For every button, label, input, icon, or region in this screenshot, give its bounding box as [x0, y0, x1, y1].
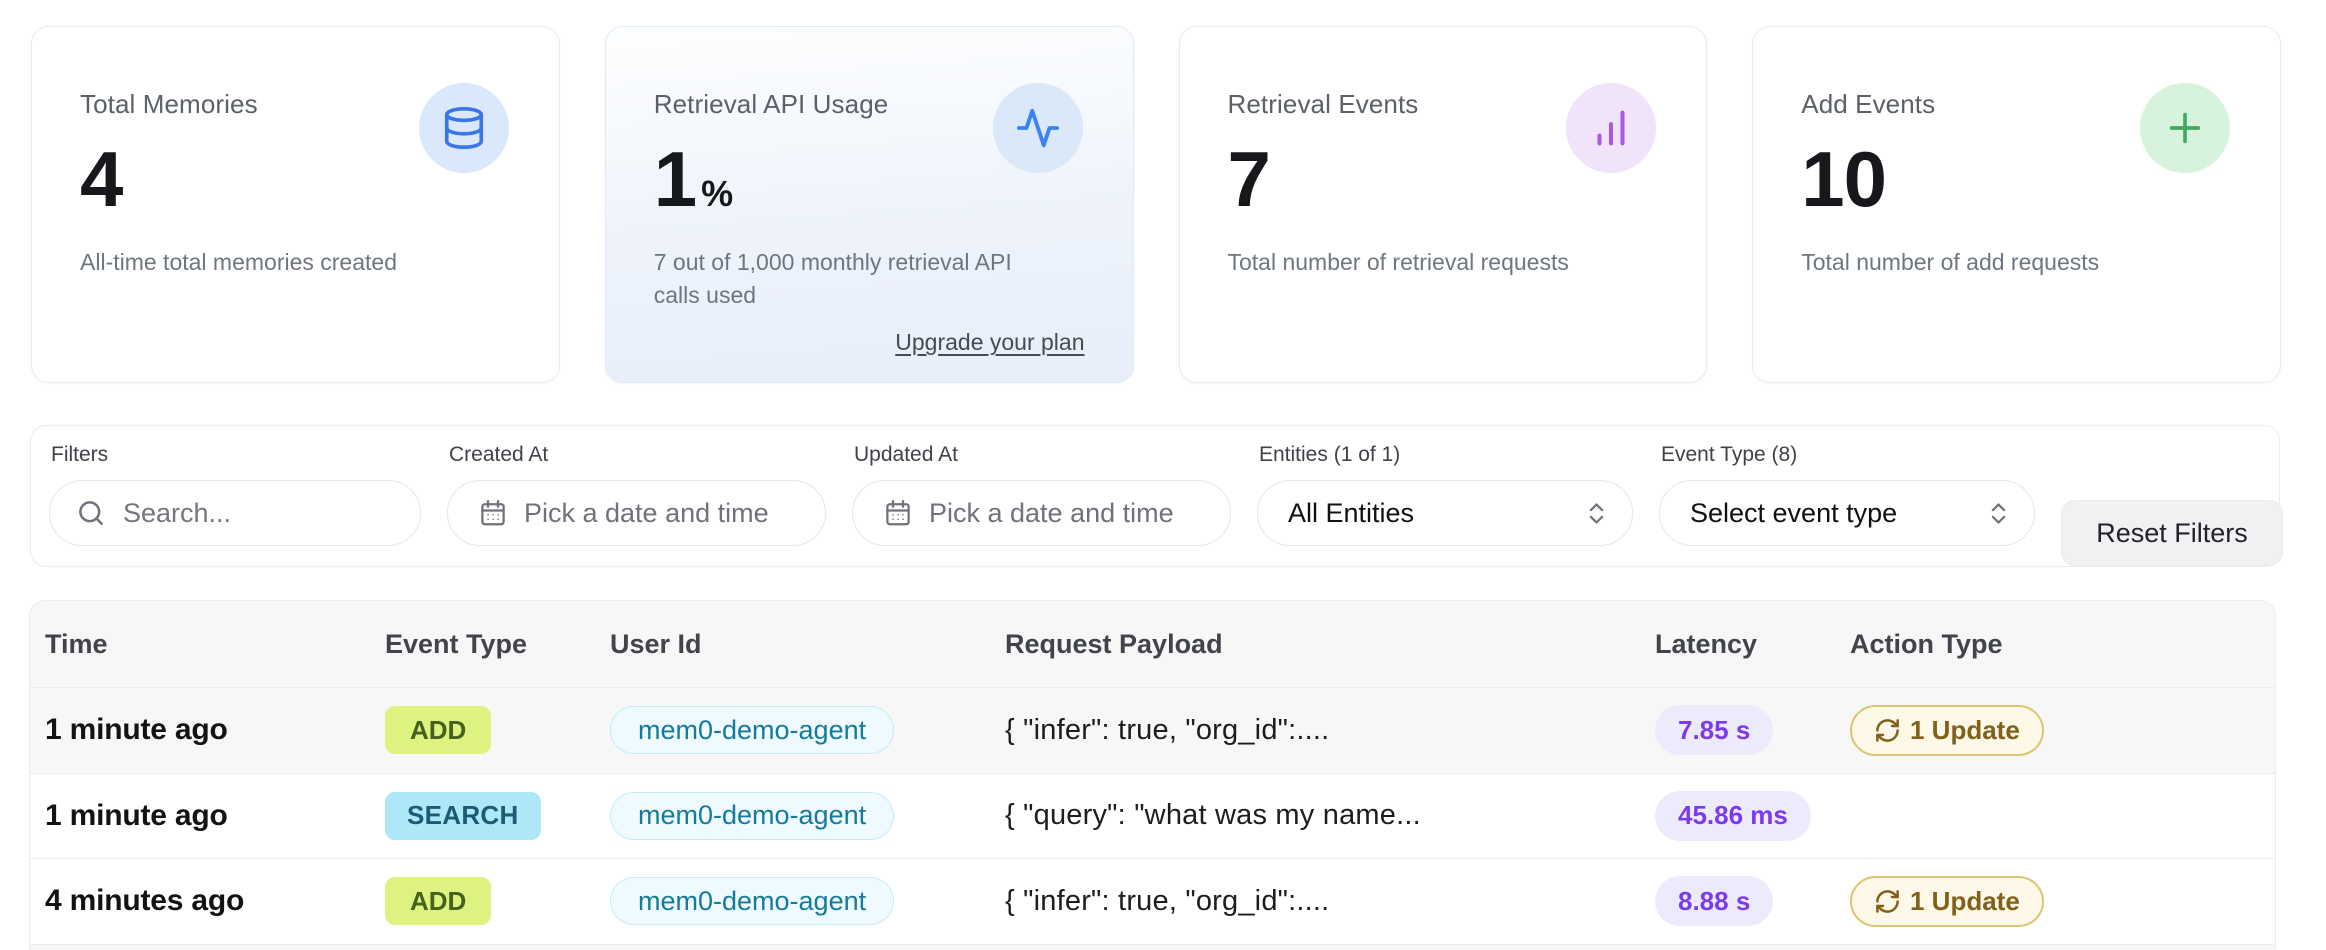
card-value-suffix: %	[701, 173, 733, 215]
entities-label: Entities (1 of 1)	[1259, 443, 1633, 467]
refresh-icon	[1874, 888, 1901, 915]
card-value: 7	[1228, 140, 1270, 218]
database-icon	[419, 83, 509, 173]
column-header-user-id: User Id	[610, 629, 1005, 660]
filter-entities-group: Entities (1 of 1) All Entities	[1257, 441, 1633, 566]
reset-filters-button[interactable]: Reset Filters	[2061, 500, 2283, 566]
stat-card-retrieval-api-usage: Retrieval API Usage 1 % 7 out of 1,000 m…	[605, 26, 1134, 383]
filters-label: Filters	[51, 443, 421, 467]
entities-select[interactable]: All Entities	[1257, 480, 1633, 546]
card-value: 1	[654, 140, 696, 218]
table-row-partial	[30, 945, 2275, 950]
user-id-badge: mem0-demo-agent	[610, 792, 894, 840]
table-row[interactable]: 1 minute ago SEARCH mem0-demo-agent { "q…	[30, 774, 2275, 860]
stat-card-total-memories: Total Memories 4 All-time total memories…	[31, 26, 560, 383]
plus-icon	[2140, 83, 2230, 173]
user-id-badge: mem0-demo-agent	[610, 706, 894, 754]
time-cell: 1 minute ago	[45, 799, 385, 833]
latency-badge: 8.88 s	[1655, 876, 1773, 926]
column-header-action-type: Action Type	[1850, 629, 2275, 660]
time-cell: 4 minutes ago	[45, 884, 385, 918]
card-value: 4	[80, 140, 122, 218]
stat-card-retrieval-events: Retrieval Events 7 Total number of retri…	[1179, 26, 1708, 383]
search-input[interactable]: Search...	[49, 480, 421, 546]
table-row[interactable]: 4 minutes ago ADD mem0-demo-agent { "inf…	[30, 859, 2275, 945]
stat-card-add-events: Add Events 10 Total number of add reques…	[1752, 26, 2281, 383]
created-at-placeholder: Pick a date and time	[524, 498, 769, 529]
upgrade-plan-link[interactable]: Upgrade your plan	[895, 329, 1084, 356]
event-type-select[interactable]: Select event type	[1659, 480, 2035, 546]
table-row[interactable]: 1 minute ago ADD mem0-demo-agent { "infe…	[30, 688, 2275, 774]
refresh-icon	[1874, 717, 1901, 744]
filter-reset-group: Reset Filters	[2061, 441, 2283, 566]
event-type-badge: SEARCH	[385, 792, 541, 840]
request-payload-cell: { "infer": true, "org_id":....	[1005, 885, 1655, 918]
event-type-badge: ADD	[385, 706, 491, 754]
search-placeholder: Search...	[123, 498, 231, 529]
calendar-icon	[478, 498, 508, 528]
column-header-request-payload: Request Payload	[1005, 629, 1655, 660]
action-type-badge: 1 Update	[1850, 876, 2044, 927]
event-type-placeholder: Select event type	[1690, 498, 1897, 529]
latency-badge: 7.85 s	[1655, 705, 1773, 755]
chevrons-up-down-icon	[1985, 500, 2012, 527]
column-header-event-type: Event Type	[385, 629, 610, 660]
card-description: 7 out of 1,000 monthly retrieval API cal…	[654, 246, 1024, 311]
updated-at-placeholder: Pick a date and time	[929, 498, 1174, 529]
latency-badge: 45.86 ms	[1655, 791, 1811, 841]
filter-event-type-group: Event Type (8) Select event type	[1659, 441, 2035, 566]
filter-updated-at-group: Updated At Pick a date and time	[852, 441, 1231, 566]
request-payload-cell: { "infer": true, "org_id":....	[1005, 714, 1655, 747]
events-table: Time Event Type User Id Request Payload …	[29, 600, 2276, 950]
card-description: All-time total memories created	[80, 246, 450, 279]
user-id-badge: mem0-demo-agent	[610, 877, 894, 925]
event-type-label: Event Type (8)	[1661, 443, 2035, 467]
card-description: Total number of retrieval requests	[1228, 246, 1598, 279]
card-value: 10	[1801, 140, 1886, 218]
event-type-badge: ADD	[385, 877, 491, 925]
updated-at-label: Updated At	[854, 443, 1231, 467]
chevrons-up-down-icon	[1583, 500, 1610, 527]
created-at-picker[interactable]: Pick a date and time	[447, 480, 826, 546]
created-at-label: Created At	[449, 443, 826, 467]
entities-selected-value: All Entities	[1288, 498, 1414, 529]
dashboard: Total Memories 4 All-time total memories…	[0, 0, 2326, 950]
bar-chart-icon	[1566, 83, 1656, 173]
filter-created-at-group: Created At Pick a date and time	[447, 441, 826, 566]
column-header-time: Time	[45, 629, 385, 660]
calendar-icon	[883, 498, 913, 528]
filters-bar: Filters Search... Created At Pick a date…	[30, 425, 2280, 567]
search-icon	[76, 498, 106, 528]
stats-cards: Total Memories 4 All-time total memories…	[0, 0, 2326, 383]
filter-search-group: Filters Search...	[49, 441, 421, 566]
column-header-latency: Latency	[1655, 629, 1850, 660]
request-payload-cell: { "query": "what was my name...	[1005, 799, 1655, 832]
time-cell: 1 minute ago	[45, 713, 385, 747]
card-description: Total number of add requests	[1801, 246, 2171, 279]
action-type-badge: 1 Update	[1850, 705, 2044, 756]
table-header-row: Time Event Type User Id Request Payload …	[30, 601, 2275, 688]
updated-at-picker[interactable]: Pick a date and time	[852, 480, 1231, 546]
activity-icon	[993, 83, 1083, 173]
